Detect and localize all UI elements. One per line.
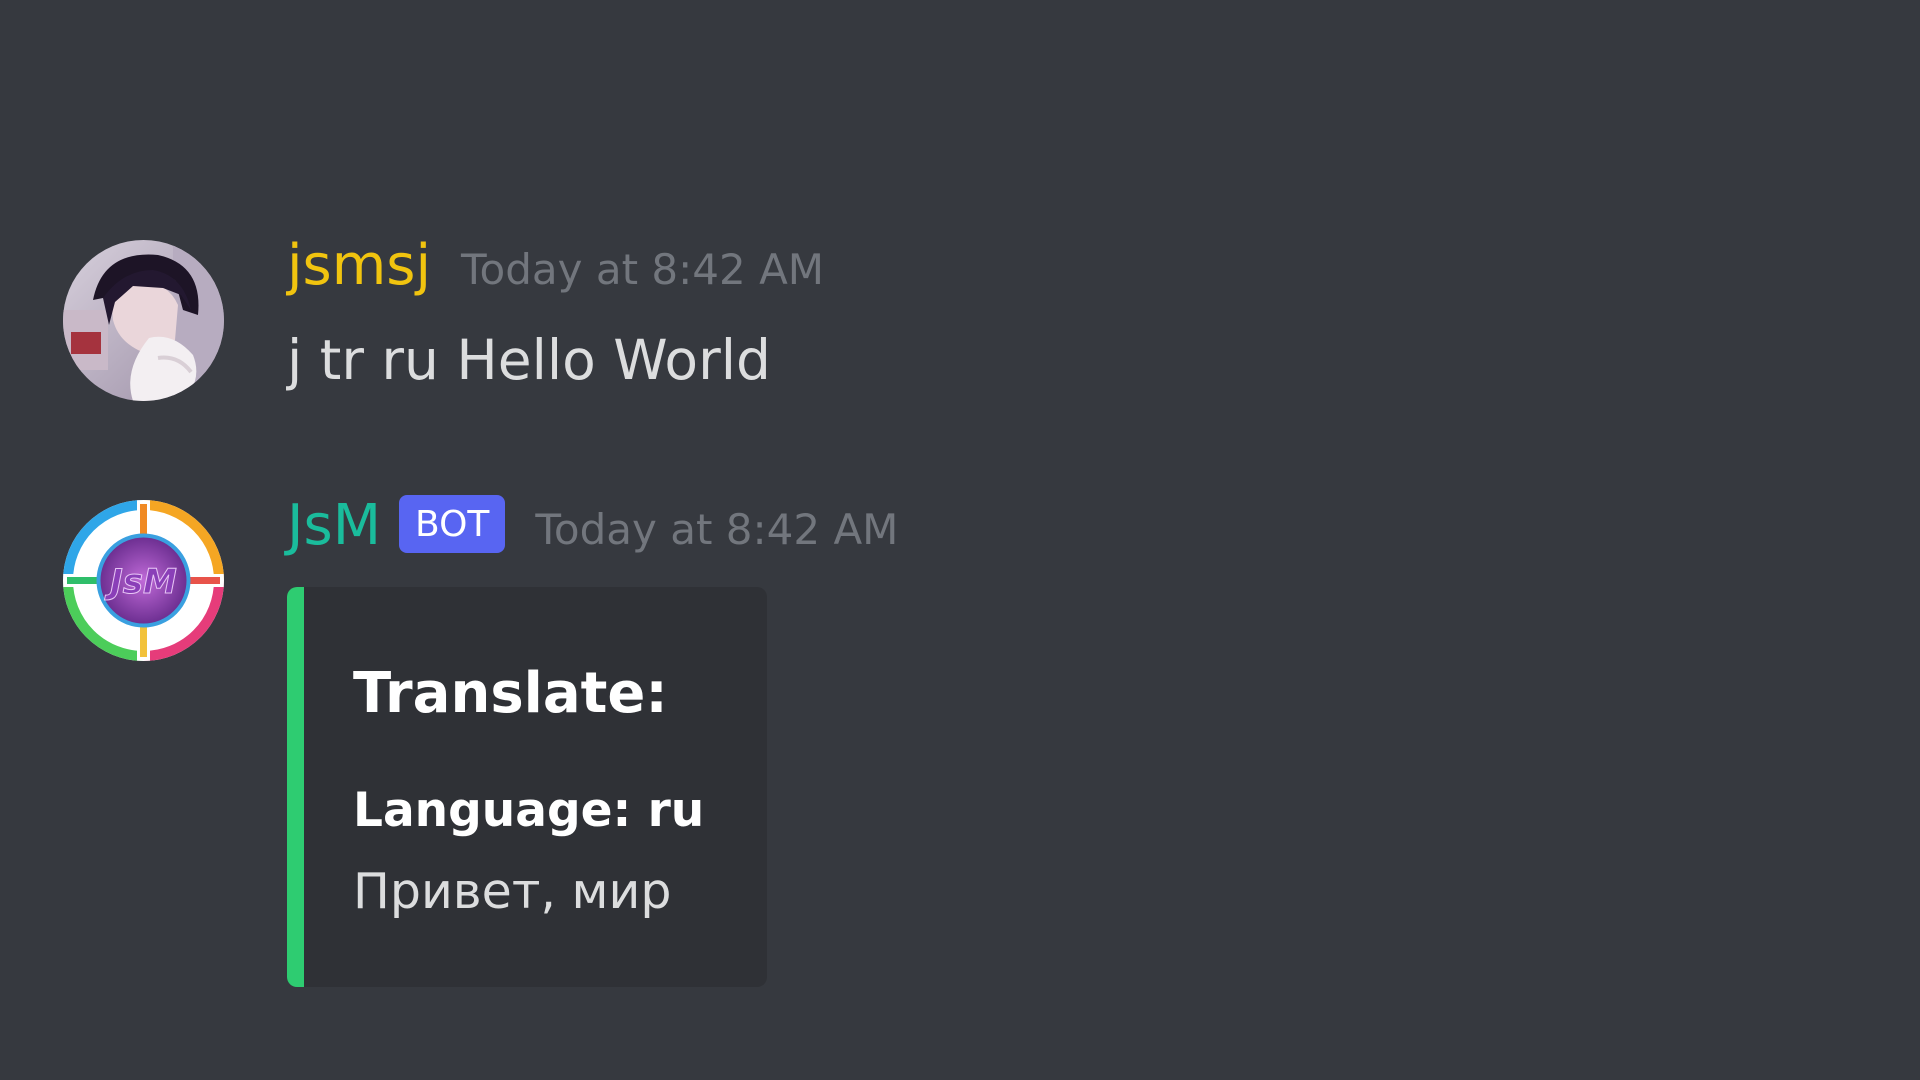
message-content: j tr ru Hello World: [287, 328, 771, 392]
embed-field-name: Language: ru: [353, 783, 705, 838]
bot-avatar[interactable]: JsM: [63, 500, 224, 661]
bot-username[interactable]: JsM: [287, 498, 381, 554]
user-avatar[interactable]: [63, 240, 224, 401]
username[interactable]: jsmsj: [287, 238, 431, 294]
embed-field-value: Привет, мир: [353, 863, 672, 920]
jsm-logo-avatar-icon: JsM: [63, 500, 224, 661]
bot-badge: BOT: [399, 495, 506, 553]
jsm-logo-text: JsM: [104, 562, 177, 602]
message-header: jsmsj Today at 8:42 AM: [287, 238, 824, 294]
embed-accent-bar: [287, 587, 304, 987]
chat-messages: jsmsj Today at 8:42 AM j tr ru Hello Wor…: [0, 0, 1920, 1080]
anime-character-avatar-icon: [63, 240, 224, 401]
timestamp[interactable]: Today at 8:42 AM: [461, 249, 824, 291]
message-header: JsM BOT Today at 8:42 AM: [287, 495, 898, 561]
timestamp[interactable]: Today at 8:42 AM: [535, 509, 898, 551]
translation-embed: Translate: Language: ru Привет, мир: [287, 587, 767, 987]
embed-title: Translate:: [353, 661, 668, 726]
